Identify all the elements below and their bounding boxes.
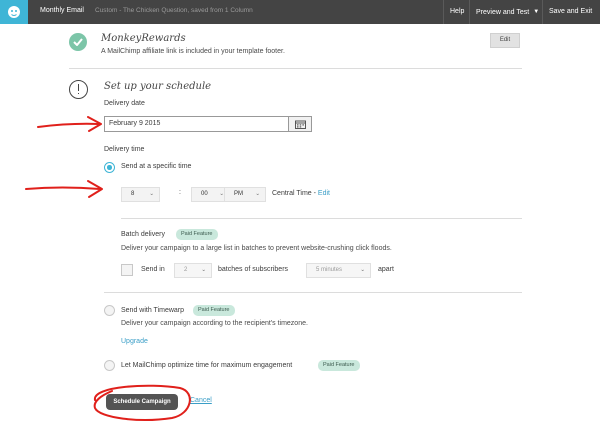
specific-time-radio[interactable]	[104, 162, 115, 173]
chevron-down-icon: ▼	[553, 33, 559, 39]
topbar-divider	[469, 0, 470, 24]
alert-icon	[69, 80, 88, 99]
hour-select[interactable]: 8 ⌄	[121, 187, 160, 202]
paid-feature-badge: Paid Feature	[318, 360, 360, 371]
batch-count-value: 2	[184, 267, 188, 273]
chevron-down-icon: ⌄	[255, 191, 260, 197]
preview-test-menu[interactable]: Preview and Test ▼	[476, 0, 539, 24]
minute-value: 00	[201, 191, 208, 197]
section-divider	[121, 218, 522, 219]
delivery-time-label: Delivery time	[104, 146, 145, 153]
ampm-value: PM	[234, 191, 243, 197]
timezone-edit-link[interactable]: Edit	[318, 190, 330, 197]
batch-delivery-title: Batch delivery	[121, 231, 165, 238]
optimize-title: Let MailChimp optimize time for maximum …	[121, 362, 293, 369]
chevron-down-icon: ▼	[533, 9, 540, 15]
rewards-title: MonkeyRewards	[101, 33, 186, 44]
timezone-label: Central Time -	[272, 190, 316, 197]
hour-value: 8	[131, 191, 135, 197]
preview-test-label: Preview and Test	[476, 9, 530, 16]
arrow-to-date-icon	[37, 116, 102, 132]
section-divider	[104, 292, 522, 293]
save-exit-menu[interactable]: Save and Exit ▼	[549, 0, 600, 39]
specific-time-label: Send at a specific time	[121, 163, 192, 170]
batch-count-select[interactable]: 2 ⌄	[174, 263, 212, 278]
top-bar: Monthly Email Custom - The Chicken Quest…	[0, 0, 600, 39]
chevron-down-icon: ⌄	[201, 267, 206, 273]
delivery-date-input[interactable]: February 9 2015	[104, 116, 294, 132]
timezone-text: Central Time - Edit	[272, 190, 330, 197]
cancel-link[interactable]: Cancel	[190, 397, 212, 404]
batch-interval-select[interactable]: 5 minutes ⌄	[306, 263, 371, 278]
batch-description: Deliver your campaign to a large list in…	[121, 245, 392, 252]
paid-feature-badge: Paid Feature	[193, 305, 235, 316]
complete-check-icon	[69, 33, 87, 51]
timewarp-description: Deliver your campaign according to the r…	[121, 320, 308, 327]
batch-checkbox[interactable]	[121, 264, 133, 276]
calendar-button[interactable]	[288, 116, 312, 132]
topbar-divider	[542, 0, 543, 24]
timewarp-radio[interactable]	[104, 305, 115, 316]
timewarp-title: Send with Timewarp	[121, 307, 185, 314]
rewards-edit-button[interactable]: Edit	[490, 33, 520, 48]
apart-label: apart	[378, 266, 394, 273]
batches-label: batches of subscribers	[218, 266, 289, 273]
ampm-select[interactable]: PM ⌄	[224, 187, 266, 202]
mailchimp-monkey-icon	[8, 6, 20, 18]
rewards-description: A MailChimp affiliate link is included i…	[101, 48, 285, 55]
paid-feature-badge: Paid Feature	[176, 229, 218, 240]
delivery-date-label: Delivery date	[104, 100, 145, 107]
send-in-label: Send in	[141, 266, 165, 273]
chevron-down-icon: ⌄	[149, 191, 154, 197]
mailchimp-logo[interactable]	[0, 0, 28, 24]
batch-interval-value: 5 minutes	[316, 267, 343, 273]
schedule-campaign-button[interactable]: Schedule Campaign	[106, 394, 178, 410]
optimize-radio[interactable]	[104, 360, 115, 371]
calendar-icon	[295, 120, 306, 129]
schedule-title: Set up your schedule	[104, 81, 212, 92]
chevron-down-icon: ⌄	[360, 267, 365, 273]
upgrade-link[interactable]: Upgrade	[121, 338, 148, 345]
help-link[interactable]: Help	[450, 0, 464, 24]
topbar-divider	[443, 0, 444, 24]
time-colon: :	[179, 189, 181, 196]
arrow-to-time-icon	[25, 180, 103, 198]
save-exit-label: Save and Exit	[549, 8, 593, 15]
section-divider	[69, 68, 522, 69]
campaign-title: Monthly Email	[40, 7, 84, 14]
campaign-subtitle: Custom - The Chicken Question, saved fro…	[95, 7, 253, 14]
